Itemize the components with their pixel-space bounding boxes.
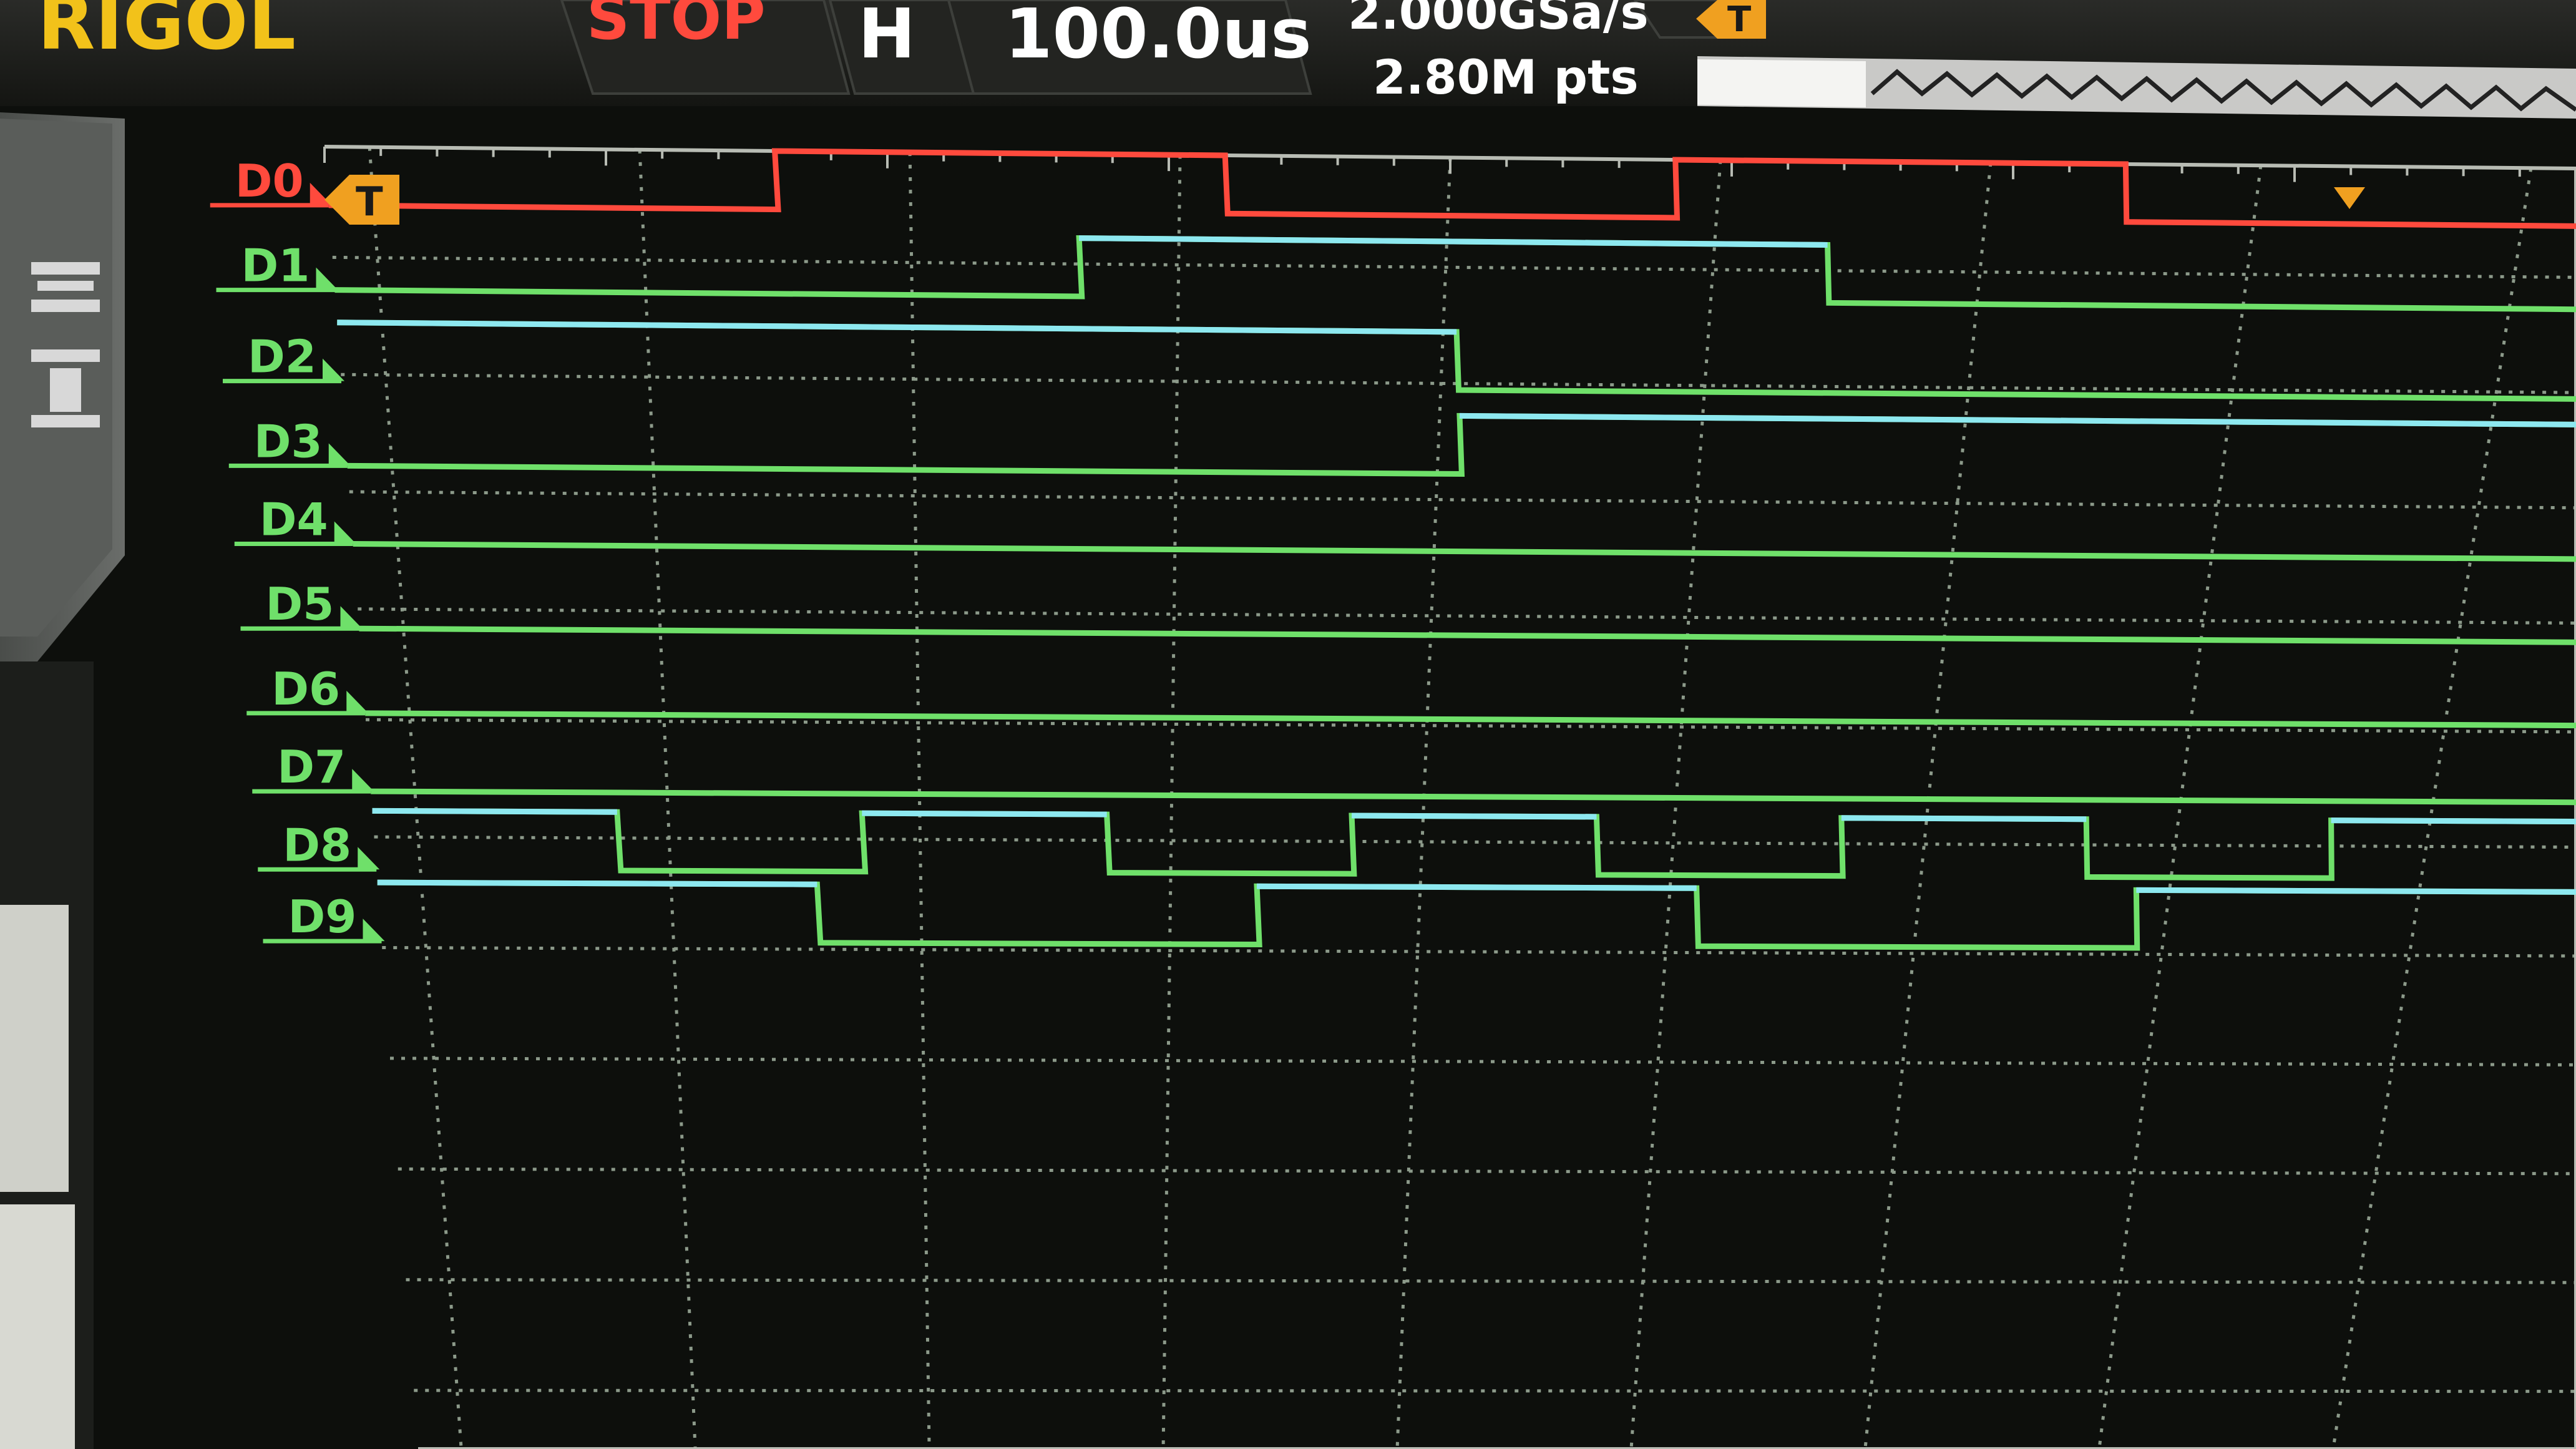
channel-label-d9[interactable]: D9 [288, 890, 357, 943]
channel-label-d4[interactable]: D4 [260, 494, 328, 546]
trace-high-segment [1257, 883, 1697, 891]
trace-high-segment [862, 810, 1107, 817]
channel-label-d3[interactable]: D3 [254, 415, 323, 467]
menu-glyph-icon [31, 262, 100, 275]
trace-high-segment [377, 879, 817, 887]
brand-logo: RIGOL [37, 0, 296, 67]
channel-label-d2[interactable]: D2 [248, 331, 316, 383]
horizontal-label: H [858, 0, 915, 74]
trace-high-segment [1841, 815, 2087, 822]
svg-text:T: T [1727, 0, 1751, 40]
trace-high-segment [2136, 887, 2576, 895]
timebase-value[interactable]: 100.0us [1005, 0, 1312, 74]
memory-depth: 2.80M pts [1373, 49, 1639, 105]
oscilloscope-screen: RIGOL STOP H 100.0us 2.000GSa/s 2.80M pt… [0, 0, 2576, 1449]
channel-label-d6[interactable]: D6 [271, 663, 340, 715]
sample-rate: 2.000GSa/s [1348, 0, 1649, 40]
channel-label-d7[interactable]: D7 [277, 741, 346, 793]
run-stop-status[interactable]: STOP [587, 0, 766, 53]
trace-high-segment [1352, 812, 1597, 820]
trace-high-segment [372, 807, 617, 815]
channel-label-d1[interactable]: D1 [242, 240, 310, 292]
channel-label-d5[interactable]: D5 [266, 578, 334, 630]
status-bar: RIGOL STOP H 100.0us 2.000GSa/s 2.80M pt… [0, 0, 2576, 119]
svg-text:T: T [356, 179, 383, 225]
trace-high-segment [2331, 817, 2576, 825]
channel-label-d8[interactable]: D8 [283, 819, 351, 871]
channel-label-d0[interactable]: D0 [235, 155, 304, 207]
bezel-panel [0, 905, 69, 1192]
